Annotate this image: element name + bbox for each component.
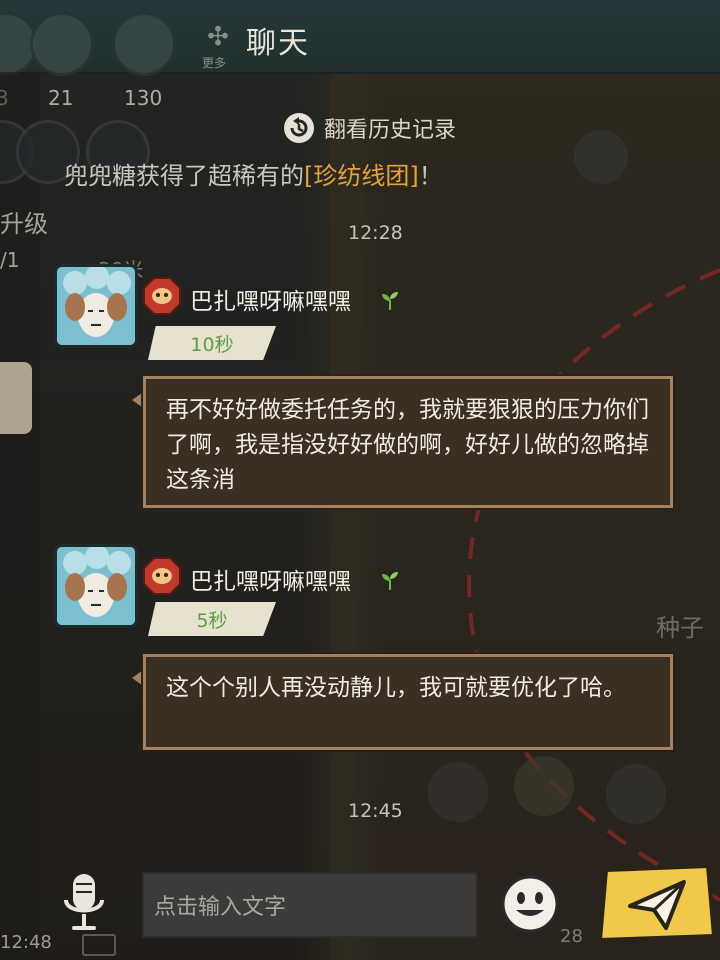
- mask-badge-icon: [143, 277, 181, 315]
- message-age-tag: 10秒: [148, 326, 276, 360]
- status-clock: 12:48: [0, 932, 52, 953]
- hud-value: 130: [124, 86, 163, 110]
- history-icon: [284, 113, 314, 143]
- bottom-count: 28: [560, 926, 583, 947]
- message-bubble[interactable]: 这个个别人再没动静儿，我可就要优化了哈。: [143, 654, 673, 750]
- battery-icon: [82, 934, 116, 956]
- sprout-icon: [382, 292, 398, 310]
- page-title: 聊天: [246, 26, 310, 61]
- message-input[interactable]: 点击输入文字: [142, 872, 478, 938]
- chat-header: ✣ 更多 聊天: [0, 0, 720, 76]
- history-label: 翻看历史记录: [324, 118, 457, 143]
- avatar[interactable]: [54, 544, 138, 628]
- message-bubble[interactable]: 再不好好做委托任务的，我就要狠狠的压力你们了啊，我是指没好好做的啊，好好儿做的忽…: [143, 376, 673, 508]
- side-tab[interactable]: [0, 362, 32, 434]
- system-message-suffix: ！: [418, 162, 443, 190]
- sender-name[interactable]: 巴扎嘿呀嘛嘿嘿: [190, 562, 351, 596]
- mask-badge-icon: [143, 557, 181, 595]
- avatar[interactable]: [54, 264, 138, 348]
- system-message-prefix: 兜兜糖获得了超稀有的: [64, 162, 304, 190]
- send-icon[interactable]: [596, 862, 718, 942]
- hud-badge: [30, 12, 94, 76]
- avatar-portrait: [57, 547, 135, 625]
- message-age-tag: 5秒: [148, 602, 276, 636]
- sprout-icon: [382, 572, 398, 590]
- more-label: 更多: [202, 56, 227, 70]
- sender-name[interactable]: 巴扎嘿呀嘛嘿嘿: [190, 282, 351, 316]
- emoji-icon[interactable]: [500, 874, 560, 934]
- side-ratio-label: /1: [0, 248, 20, 272]
- avatar-portrait: [57, 267, 135, 345]
- timestamp: 12:45: [348, 800, 403, 822]
- system-message: 兜兜糖获得了超稀有的[珍纺线团]！: [64, 156, 443, 191]
- history-button[interactable]: 翻看历史记录: [282, 110, 456, 146]
- timestamp: 12:28: [348, 222, 403, 244]
- mic-icon[interactable]: [62, 872, 106, 936]
- side-level-label: 升级: [0, 210, 48, 238]
- hud-badge: [112, 12, 176, 76]
- hud-value: 21: [48, 86, 74, 110]
- rare-item-link[interactable]: [珍纺线团]: [304, 162, 419, 190]
